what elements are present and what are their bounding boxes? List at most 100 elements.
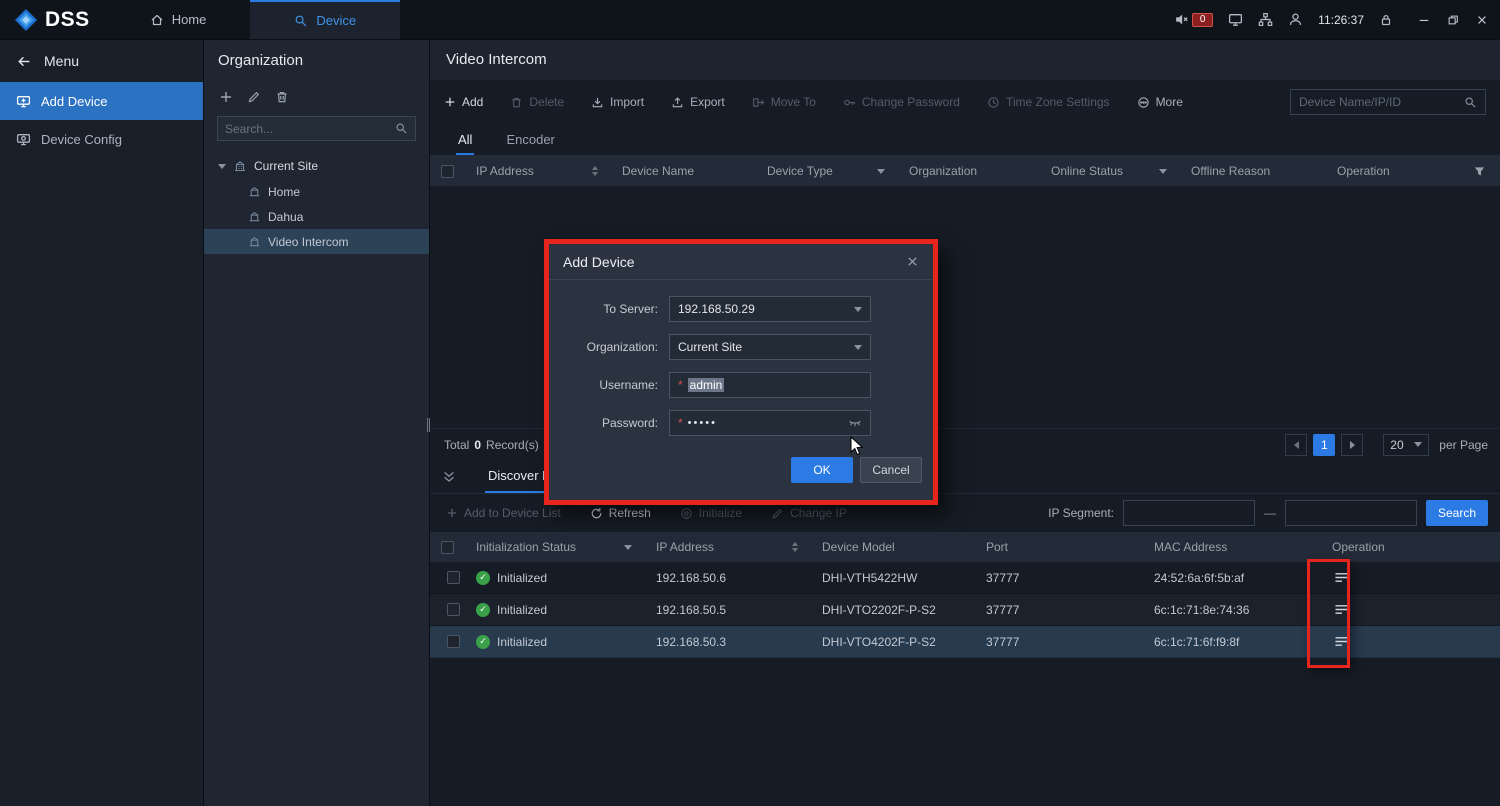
logo-text: DSS [45, 8, 90, 32]
tab-encoder[interactable]: Encoder [504, 132, 556, 155]
annotation-box-dialog: Add Device To Server: 192.168.50.29 Orga… [544, 239, 938, 505]
tree-node-dahua[interactable]: Dahua [204, 204, 429, 229]
column-header[interactable]: IP Address [476, 164, 534, 178]
column-header[interactable]: IP Address [656, 540, 714, 554]
site-icon [248, 185, 261, 198]
import-icon [591, 96, 604, 109]
sidebar-item-add-device[interactable]: Add Device [0, 82, 203, 120]
dialog-close-icon[interactable] [906, 255, 919, 268]
sidebar-item-device-config[interactable]: Device Config [0, 120, 203, 158]
org-search-input[interactable] [225, 122, 395, 136]
next-page-button[interactable] [1341, 434, 1363, 456]
menu-label: Menu [44, 53, 79, 69]
sitemap-icon[interactable] [1258, 12, 1273, 27]
plus-icon [446, 507, 458, 519]
organization-select[interactable]: Current Site [669, 334, 871, 360]
add-org-icon[interactable] [219, 90, 233, 104]
search-icon[interactable] [1464, 96, 1477, 109]
tab-device-label: Device [316, 13, 356, 28]
required-mark: * [678, 416, 683, 430]
init-status: Initialized [497, 603, 547, 617]
panel-resize-handle[interactable] [427, 418, 432, 432]
site-icon [248, 235, 261, 248]
tab-all[interactable]: All [456, 132, 474, 155]
delete-icon[interactable] [275, 90, 289, 104]
tab-device[interactable]: Device [250, 0, 400, 39]
more-icon [1137, 96, 1150, 109]
chevron-down-icon [854, 307, 862, 312]
clock-time: 11:26:37 [1318, 13, 1364, 27]
refresh-button[interactable]: Refresh [590, 506, 651, 520]
sidebar-item-label: Add Device [41, 94, 107, 109]
trash-icon [510, 96, 523, 109]
lock-icon[interactable] [1379, 13, 1393, 27]
row-checkbox[interactable] [447, 603, 460, 616]
dialog-form: To Server: 192.168.50.29 Organization: C… [549, 280, 933, 448]
system-tray: 0 11:26:37 [1174, 0, 1500, 39]
row-checkbox[interactable] [447, 635, 460, 648]
device-tab-icon [294, 14, 308, 28]
ip-search-button[interactable]: Search [1426, 500, 1488, 526]
change-password-button: Change Password [843, 95, 960, 109]
filter-caret-icon[interactable] [1159, 169, 1167, 174]
add-button[interactable]: Add [444, 95, 483, 109]
close-icon[interactable] [1476, 14, 1488, 26]
ip-segment-start-input[interactable] [1123, 500, 1255, 526]
key-icon [843, 96, 856, 109]
ok-button[interactable]: OK [791, 457, 853, 483]
dss-logo: DSS [0, 0, 106, 39]
organization-value: Current Site [678, 340, 742, 354]
tab-home[interactable]: Home [106, 0, 251, 39]
edit-icon[interactable] [247, 90, 261, 104]
page-size-select[interactable]: 20 [1383, 434, 1429, 456]
plus-icon [444, 96, 456, 108]
left-sidebar: Menu Add Device Device Config [0, 40, 203, 806]
dialog-title: Add Device [563, 254, 635, 270]
password-field[interactable]: * ••••• [669, 410, 871, 436]
sort-icon[interactable] [792, 542, 798, 552]
export-button[interactable]: Export [671, 95, 725, 109]
back-arrow-icon[interactable] [16, 54, 31, 69]
user-icon[interactable] [1288, 12, 1303, 27]
ip-segment-end-input[interactable] [1285, 500, 1417, 526]
to-server-select[interactable]: 192.168.50.29 [669, 296, 871, 322]
initialized-check-icon [476, 635, 490, 649]
select-all-checkbox[interactable] [441, 541, 454, 554]
column-header: Operation [1337, 164, 1390, 178]
filter-funnel-icon[interactable] [1473, 165, 1486, 178]
filter-caret-icon[interactable] [877, 169, 885, 174]
tree-node-label: Home [268, 185, 300, 199]
row-checkbox[interactable] [447, 571, 460, 584]
device-table-header: IP Address Device Name Device Type Organ… [430, 156, 1500, 186]
monitor-icon[interactable] [1228, 12, 1243, 27]
to-server-label: To Server: [549, 302, 658, 316]
filter-caret-icon[interactable] [624, 545, 632, 550]
mute-control[interactable]: 0 [1174, 12, 1213, 27]
ip-address: 192.168.50.6 [656, 571, 726, 585]
device-model: DHI-VTO2202F-P-S2 [822, 603, 936, 617]
collapse-panel-icon[interactable] [442, 470, 456, 484]
import-button[interactable]: Import [591, 95, 644, 109]
device-search-input[interactable] [1299, 95, 1464, 109]
cancel-button[interactable]: Cancel [860, 457, 922, 483]
dss-logo-icon [14, 8, 38, 32]
tree-node-video-intercom[interactable]: Video Intercom [204, 229, 429, 254]
collapse-arrow-icon[interactable] [218, 164, 226, 169]
username-field[interactable]: * admin [669, 372, 871, 398]
select-all-checkbox[interactable] [441, 165, 454, 178]
restore-icon[interactable] [1447, 14, 1459, 26]
sort-icon[interactable] [592, 166, 598, 176]
port: 37777 [986, 635, 1019, 649]
tree-node-current-site[interactable]: Current Site [204, 153, 429, 179]
current-page-button[interactable]: 1 [1313, 434, 1335, 456]
more-button[interactable]: More [1137, 95, 1183, 109]
tree-node-home[interactable]: Home [204, 179, 429, 204]
column-header: Device Type [767, 164, 833, 178]
username-value: admin [688, 378, 725, 392]
pagination: 1 20 per Page [1285, 434, 1488, 456]
minimize-icon[interactable] [1418, 14, 1430, 26]
prev-page-button[interactable] [1285, 434, 1307, 456]
eye-off-icon[interactable] [848, 416, 862, 430]
port: 37777 [986, 603, 1019, 617]
search-icon[interactable] [395, 122, 408, 135]
